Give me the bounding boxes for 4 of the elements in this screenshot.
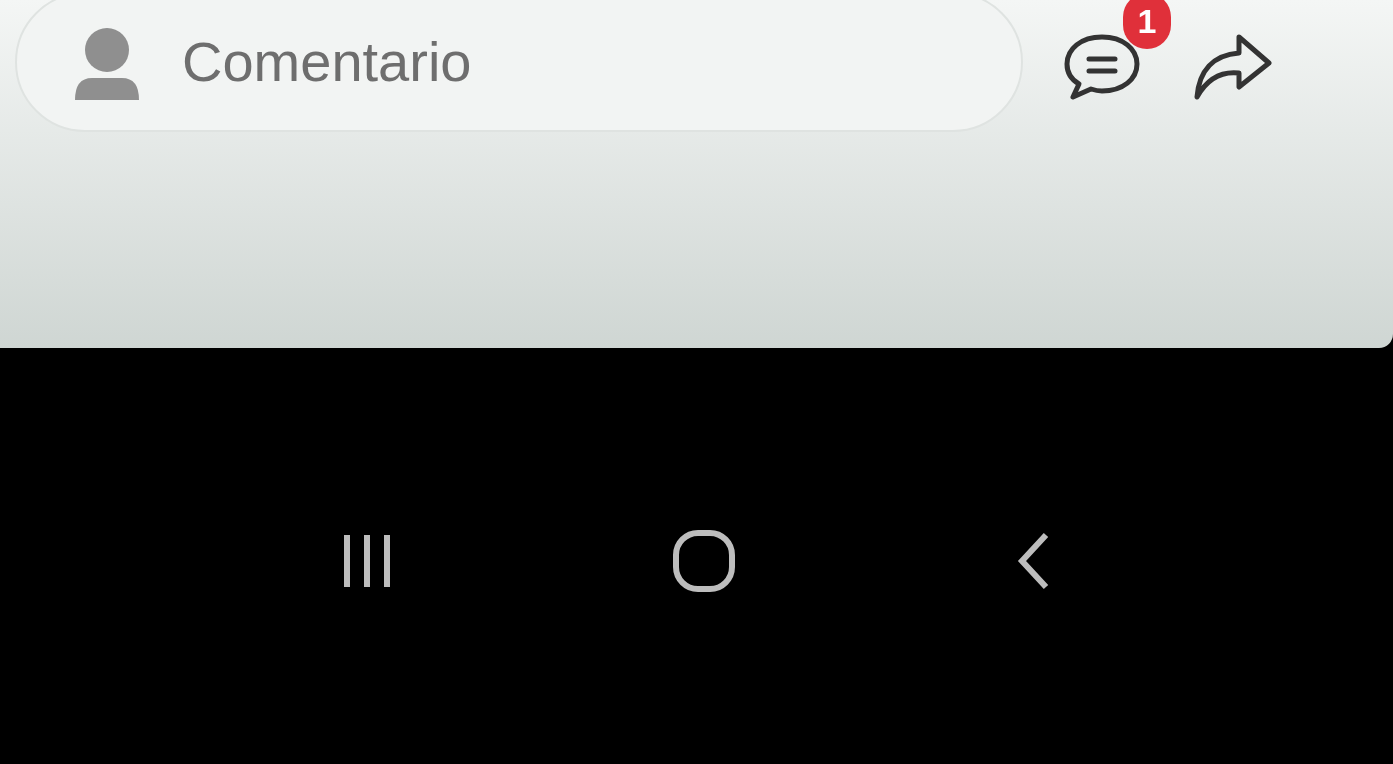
home-icon[interactable] bbox=[672, 529, 737, 593]
notification-badge: 1 bbox=[1123, 0, 1171, 49]
comment-input[interactable]: Comentario bbox=[182, 20, 997, 104]
comment-field[interactable]: Comentario bbox=[15, 0, 1023, 132]
